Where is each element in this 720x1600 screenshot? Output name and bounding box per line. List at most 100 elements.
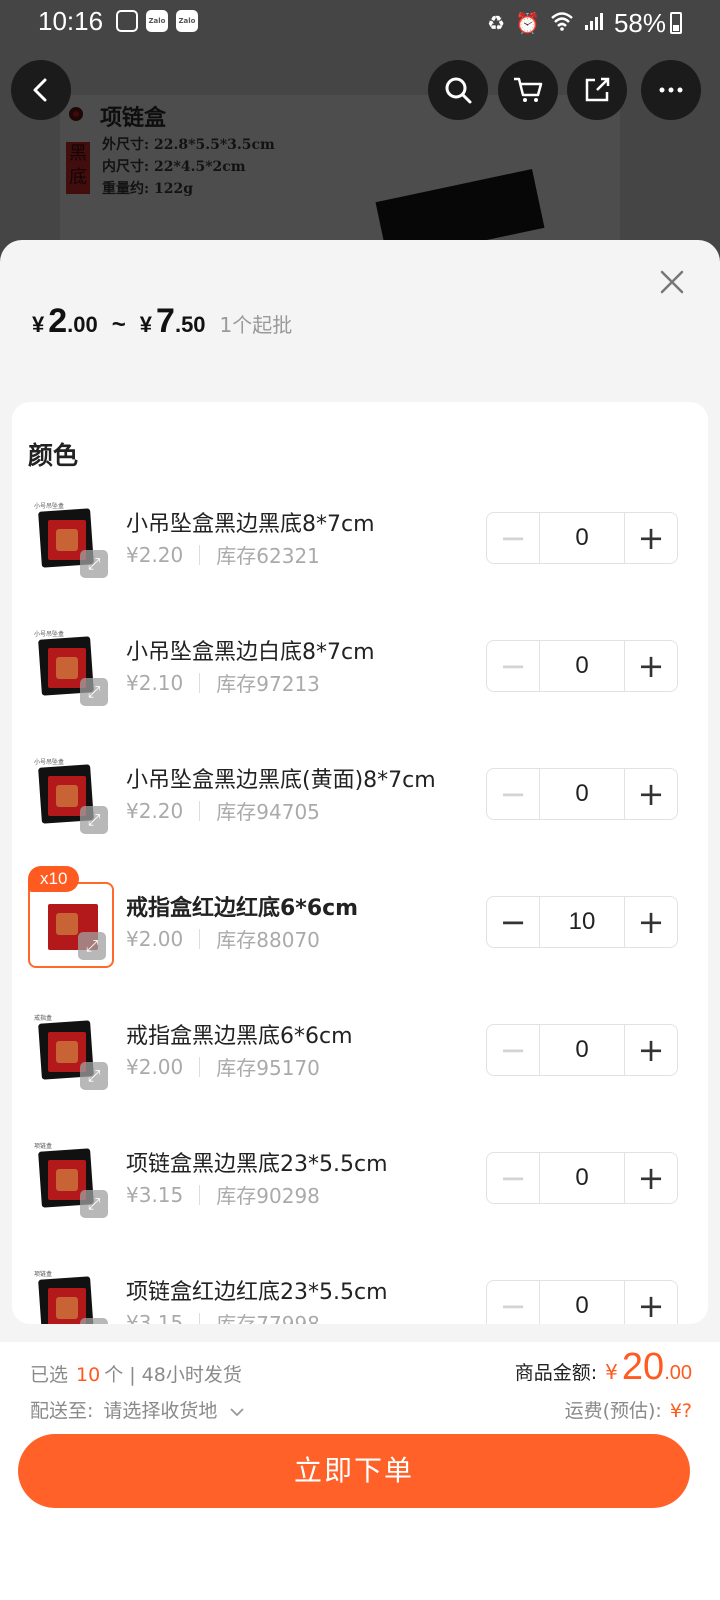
divider — [199, 1056, 201, 1077]
variant-meta: ¥2.00 库存88070 — [126, 924, 320, 953]
cart-button[interactable] — [498, 60, 558, 120]
variant-name: 戒指盒红边红底6*6cm — [126, 896, 359, 921]
variant-name: 戒指盒黑边黑底6*6cm — [126, 1024, 353, 1049]
variant-price: ¥3.15 — [126, 1310, 184, 1325]
decrease-button[interactable]: − — [487, 769, 539, 819]
quantity-input[interactable]: 0 — [539, 1153, 625, 1203]
chevron-left-icon — [33, 78, 47, 102]
section-title: 颜色 — [28, 441, 79, 470]
thumbnail-label: 项链盒 — [34, 1143, 53, 1150]
variant-thumbnail[interactable]: 小号吊坠盒 ⤢ — [28, 626, 114, 712]
expand-icon[interactable]: ⤢ — [80, 1318, 108, 1324]
delivery-selector[interactable]: 配送至: 请选择收货地 — [30, 1396, 245, 1423]
currency-symbol: ¥ — [32, 312, 45, 337]
selected-suffix: 个 | 48小时发货 — [104, 1364, 242, 1386]
variant-thumbnail[interactable]: ⤢ — [28, 882, 114, 968]
increase-button[interactable]: + — [625, 513, 677, 563]
quantity-input[interactable]: 0 — [539, 769, 625, 819]
increase-button[interactable]: + — [625, 769, 677, 819]
shipping-value: ¥? — [669, 1400, 692, 1422]
variant-stock: 库存88070 — [216, 928, 320, 952]
goods-amount: 商品金额: ¥ 20 .00 — [515, 1346, 692, 1389]
variant-row: 小号吊坠盒 ⤢ 小吊坠盒黑边黑底8*7cm ¥2.20 库存62321 −0 + — [12, 494, 708, 604]
variant-name: 小吊坠盒黑边白底8*7cm — [126, 640, 375, 665]
max-price-dec: .50 — [174, 312, 206, 337]
variant-meta: ¥2.20 库存94705 — [126, 796, 320, 825]
cart-icon — [514, 77, 543, 102]
expand-icon[interactable]: ⤢ — [80, 1062, 108, 1090]
battery-percent: 58% — [613, 8, 666, 38]
variant-thumbnail[interactable]: 项链盒 ⤢ — [28, 1266, 114, 1324]
variant-stock: 库存62321 — [216, 544, 320, 568]
min-price-int: 2 — [48, 302, 68, 340]
variant-name: 项链盒黑边黑底23*5.5cm — [126, 1152, 388, 1177]
more-button[interactable] — [641, 60, 701, 120]
amount-dec: .00 — [664, 1362, 692, 1384]
quantity-input[interactable]: 0 — [539, 513, 625, 563]
search-icon — [445, 77, 472, 104]
variant-stock: 库存90298 — [216, 1184, 320, 1208]
decrease-button[interactable]: − — [487, 1153, 539, 1203]
thumbnail-label: 戒指盒 — [34, 1015, 53, 1022]
battery-saver-icon: ♻ — [487, 13, 506, 35]
place-order-button[interactable]: 立即下单 — [18, 1434, 690, 1508]
variant-row: 项链盒 ⤢ 项链盒红边红底23*5.5cm ¥3.15 库存77998 −0+ — [12, 1262, 708, 1324]
decrease-button[interactable]: − — [487, 1281, 539, 1324]
variant-meta: ¥2.10 库存97213 — [126, 668, 320, 697]
variant-name: 小吊坠盒黑边黑底(黄面)8*7cm — [126, 768, 436, 793]
decrease-button[interactable]: − — [487, 897, 539, 947]
wifi-icon — [550, 11, 574, 37]
variant-thumbnail[interactable]: 戒指盒 ⤢ — [28, 1010, 114, 1096]
delivery-label: 配送至: — [30, 1400, 94, 1422]
quantity-stepper: −0 + — [486, 1152, 678, 1204]
increase-button[interactable]: + — [625, 897, 677, 947]
expand-icon[interactable]: ⤢ — [78, 932, 106, 960]
decrease-button[interactable]: − — [487, 641, 539, 691]
share-icon — [585, 77, 610, 102]
variant-stock: 库存95170 — [216, 1056, 320, 1080]
variant-thumbnail[interactable]: 小号吊坠盒 ⤢ — [28, 754, 114, 840]
variant-thumbnail[interactable]: 小号吊坠盒 ⤢ — [28, 498, 114, 584]
quantity-badge: x10 — [28, 866, 80, 892]
expand-icon[interactable]: ⤢ — [80, 678, 108, 706]
expand-icon[interactable]: ⤢ — [80, 806, 108, 834]
decrease-button[interactable]: − — [487, 1025, 539, 1075]
close-icon[interactable] — [656, 266, 688, 298]
divider — [199, 800, 201, 821]
variant-price: ¥2.20 — [126, 542, 184, 567]
increase-button[interactable]: + — [625, 641, 677, 691]
quantity-input[interactable]: 0 — [539, 1281, 625, 1324]
quantity-stepper: −0 + — [486, 1024, 678, 1076]
thumbnail-label: 小号吊坠盒 — [34, 503, 65, 510]
share-button[interactable] — [567, 60, 627, 120]
increase-button[interactable]: + — [625, 1281, 677, 1324]
variant-stock: 库存77998 — [216, 1312, 320, 1324]
increase-button[interactable]: + — [625, 1153, 677, 1203]
box-inner-image — [48, 1288, 86, 1324]
battery-icon — [670, 12, 682, 34]
more-icon — [659, 87, 683, 93]
alarm-icon: ⏰ — [515, 13, 540, 35]
quantity-stepper: −0 + — [486, 768, 678, 820]
thumbnail-label: 项链盒 — [34, 1271, 53, 1278]
quantity-input[interactable]: 0 — [539, 641, 625, 691]
status-bar: 10:16 Zalo Zalo ♻ ⏰ 58% — [0, 0, 720, 46]
quantity-input[interactable]: 0 — [539, 1025, 625, 1075]
back-button[interactable] — [11, 60, 71, 120]
variant-price: ¥3.15 — [126, 1182, 184, 1207]
quantity-stepper: −0 + — [486, 512, 678, 564]
chevron-down-icon — [230, 1407, 245, 1416]
variant-thumbnail[interactable]: 项链盒 ⤢ — [28, 1138, 114, 1224]
expand-icon[interactable]: ⤢ — [80, 550, 108, 578]
variant-meta: ¥2.20 库存62321 — [126, 540, 320, 569]
price-range: ¥ 2 .00 ~ ¥ 7 .50 1个起批 — [32, 302, 292, 341]
decrease-button[interactable]: − — [487, 513, 539, 563]
search-button[interactable] — [428, 60, 488, 120]
status-time: 10:16 — [38, 6, 104, 36]
increase-button[interactable]: + — [625, 1025, 677, 1075]
expand-icon[interactable]: ⤢ — [80, 1190, 108, 1218]
quantity-input[interactable]: 10 — [539, 897, 625, 947]
thumbnail-label: 小号吊坠盒 — [34, 631, 65, 638]
checkout-bar: 已选 10 个 | 48小时发货 配送至: 请选择收货地 商品金额: ¥ 20 .00… — [0, 1342, 720, 1600]
variant-stock: 库存94705 — [216, 800, 320, 824]
